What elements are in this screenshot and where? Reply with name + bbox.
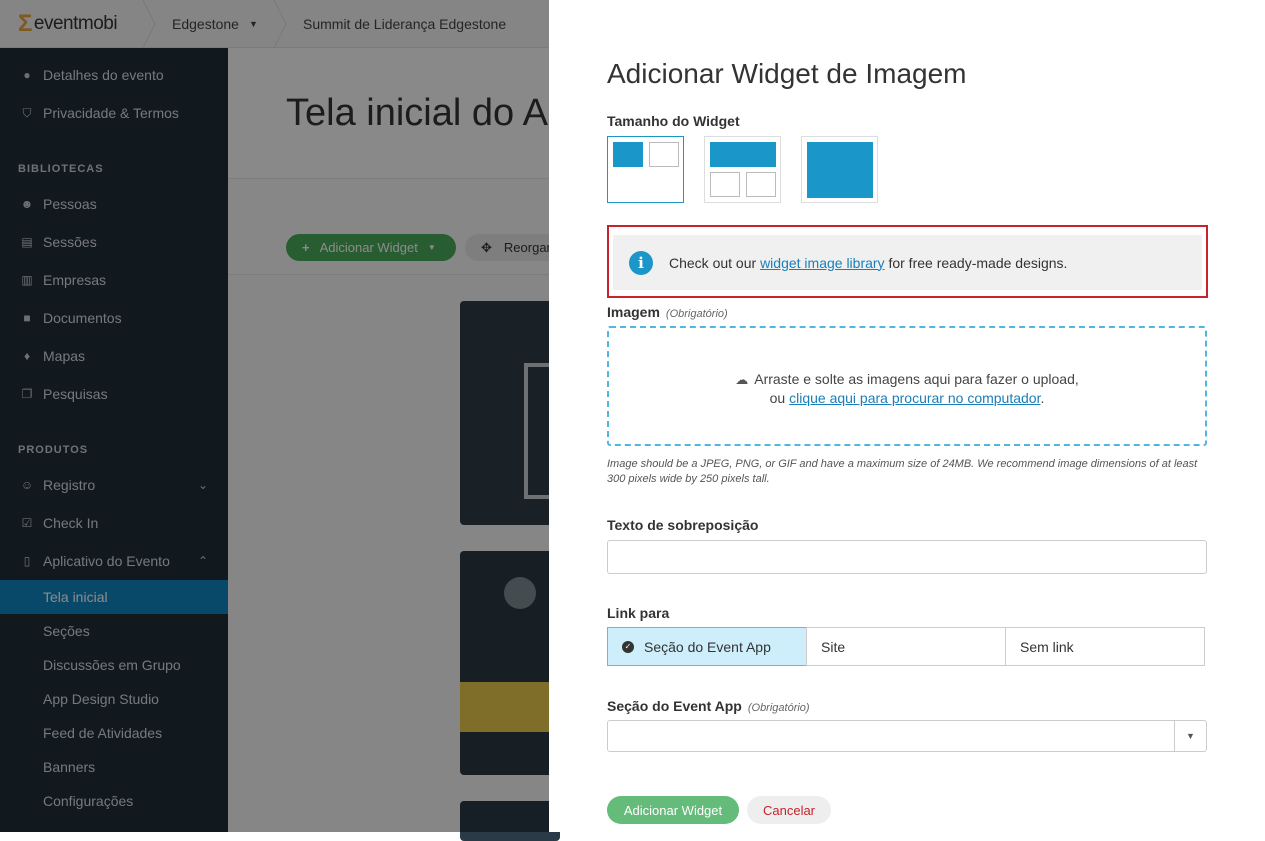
add-widget-submit-button[interactable]: Adicionar Widget [607, 796, 739, 824]
dropzone-line-2: ou clique aqui para procurar no computad… [609, 389, 1205, 407]
cancel-button[interactable]: Cancelar [747, 796, 831, 824]
required-tag: (Obrigatório) [665, 308, 728, 320]
app-section-select[interactable]: ▼ [607, 720, 1207, 752]
image-label-text: Imagem [607, 304, 660, 320]
cloud-upload-icon: ☁ [735, 372, 749, 387]
required-tag: (Obrigatório) [747, 702, 810, 714]
size-preview-block [807, 142, 873, 198]
select-dropdown-button[interactable]: ▼ [1174, 721, 1206, 751]
size-preview-empty [649, 142, 679, 167]
app-section-label: Seção do Event App (Obrigatório) [607, 698, 810, 714]
size-preview-empty [710, 172, 740, 197]
link-option-site[interactable]: Site [806, 627, 1006, 666]
modal-backdrop[interactable] [0, 0, 549, 832]
size-preview-empty [746, 172, 776, 197]
dropzone-or: ou [769, 390, 790, 406]
link-option-event-app-section[interactable]: ✓ Seção do Event App [607, 627, 807, 666]
image-dropzone[interactable]: ☁ Arraste e solte as imagens aqui para fa… [607, 326, 1207, 446]
add-image-widget-panel: Adicionar Widget de Imagem Tamanho do Wi… [549, 0, 1265, 832]
dropzone-period: . [1040, 390, 1045, 406]
caret-down-icon: ▼ [1186, 731, 1195, 741]
callout-prefix: Check out our [669, 254, 761, 271]
widget-size-large-option[interactable] [801, 136, 878, 203]
app-section-label-text: Seção do Event App [607, 698, 742, 714]
link-option-label: Site [821, 638, 846, 655]
link-option-no-link[interactable]: Sem link [1005, 627, 1205, 666]
info-icon: i [629, 250, 653, 275]
callout-text: Check out our widget image library for f… [669, 255, 1067, 271]
image-label: Imagem (Obrigatório) [607, 304, 728, 320]
callout-suffix: for free ready-made designs. [884, 254, 1068, 271]
overlay-text-input[interactable] [607, 540, 1207, 574]
link-option-label: Seção do Event App [644, 638, 771, 655]
overlay-text-label: Texto de sobreposição [607, 517, 759, 533]
browse-computer-link[interactable]: clique aqui para procurar no computador [789, 390, 1040, 406]
widget-image-library-link[interactable]: widget image library [760, 255, 885, 271]
link-to-label: Link para [607, 605, 670, 621]
panel-title: Adicionar Widget de Imagem [607, 58, 967, 89]
dropzone-line-1: ☁ Arraste e solte as imagens aqui para fa… [609, 370, 1205, 389]
widget-size-wide-option[interactable] [704, 136, 781, 203]
image-hint: Image should be a JPEG, PNG, or GIF and … [607, 458, 1198, 485]
callout-body: i Check out our widget image library for… [613, 235, 1202, 290]
size-preview-block [710, 142, 776, 167]
widget-size-small-option[interactable] [607, 136, 684, 203]
dropzone-text: Arraste e solte as imagens aqui para faz… [754, 371, 1079, 387]
widget-size-label: Tamanho do Widget [607, 113, 740, 129]
size-preview-block [613, 142, 643, 167]
check-circle-icon: ✓ [622, 640, 634, 653]
link-option-label: Sem link [1020, 638, 1074, 655]
image-library-callout: i Check out our widget image library for… [607, 225, 1208, 298]
